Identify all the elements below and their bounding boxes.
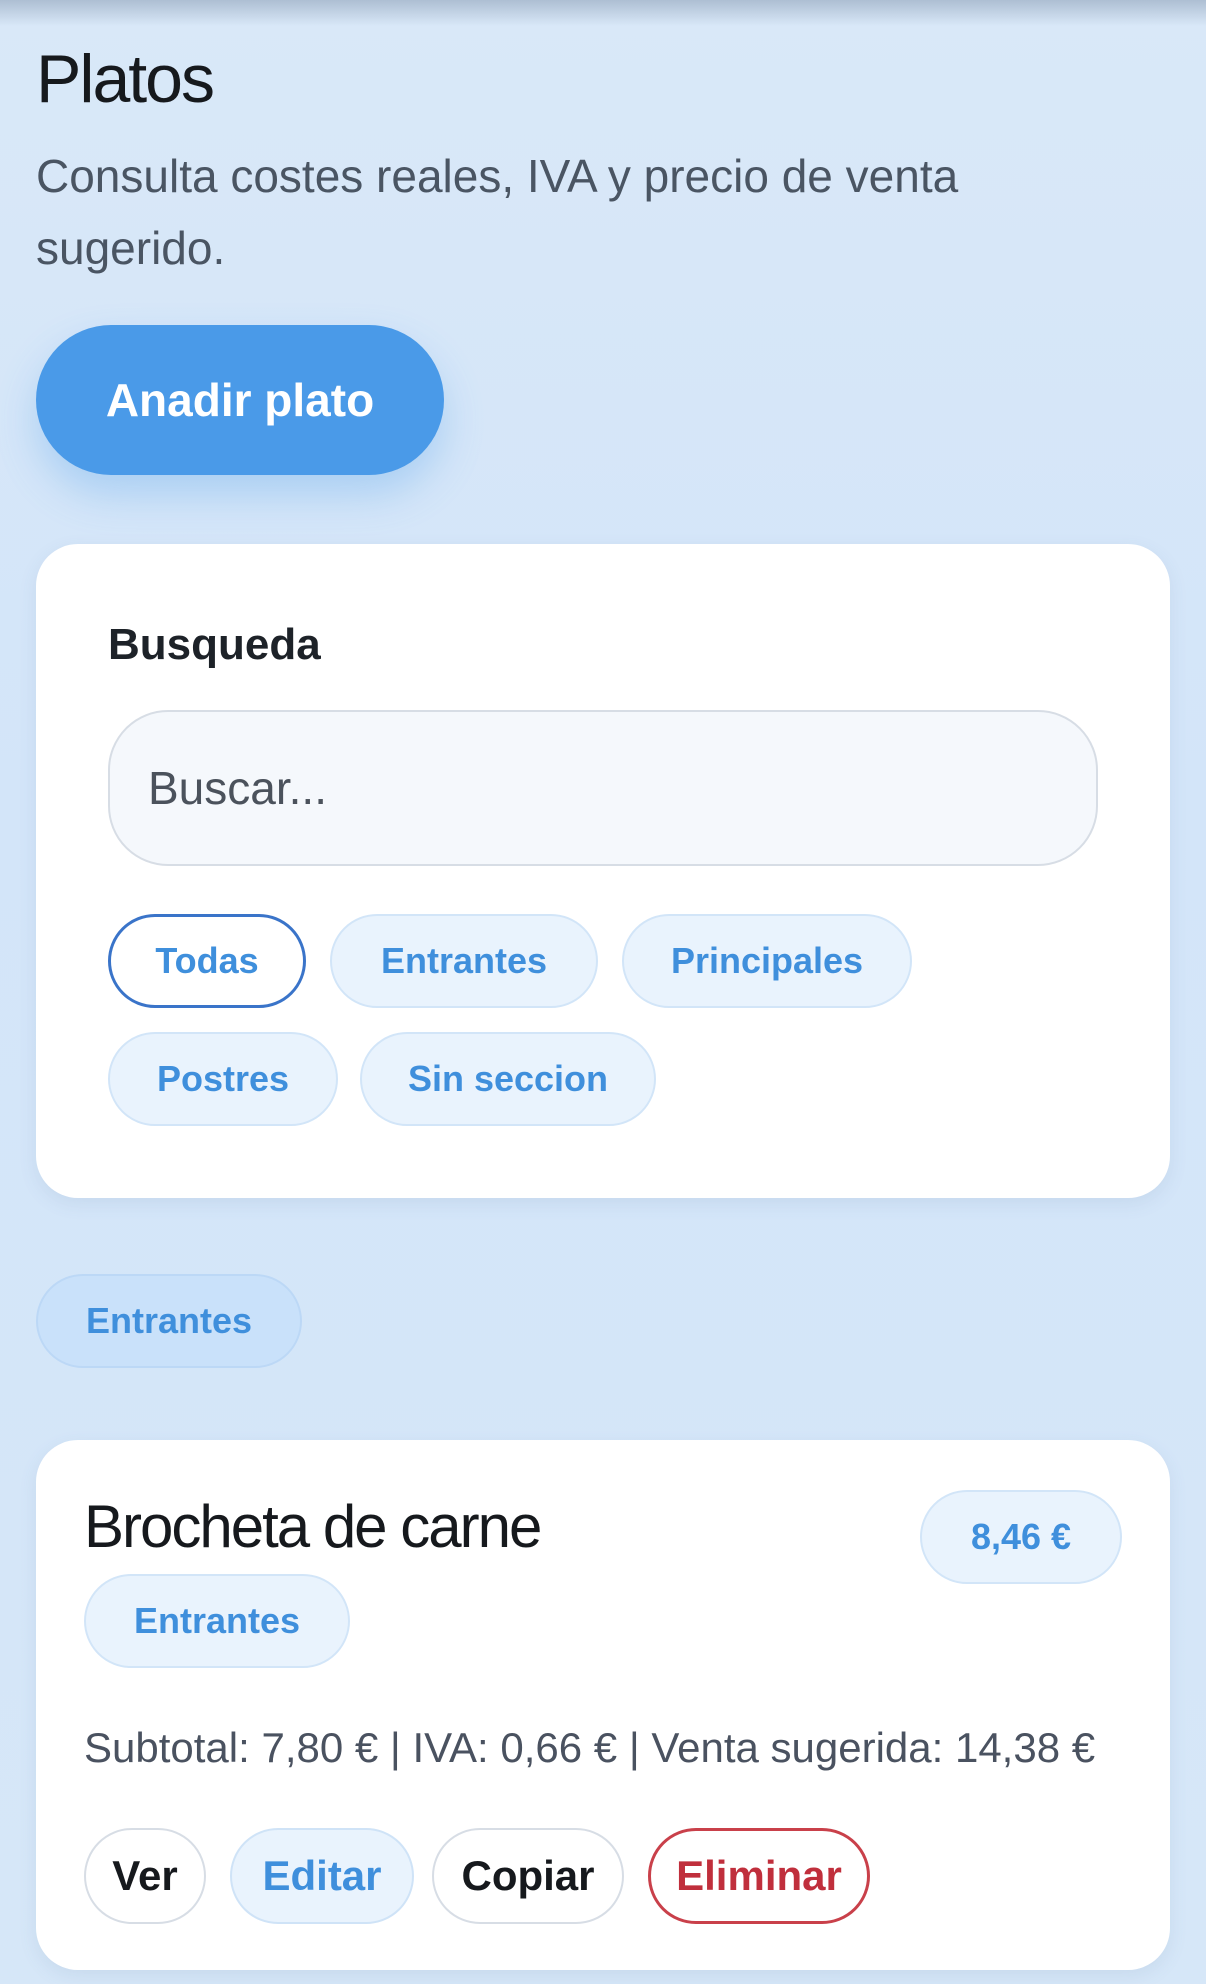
dish-name: Brocheta de carne — [84, 1493, 542, 1560]
copy-button[interactable]: Copiar — [432, 1828, 624, 1924]
search-input[interactable] — [108, 710, 1098, 866]
top-shadow — [0, 0, 1206, 26]
page-subtitle: Consulta costes reales, IVA y precio de … — [36, 150, 959, 274]
dish-section-badge: Entrantes — [84, 1574, 350, 1668]
search-label: Busqueda — [108, 620, 321, 669]
page-title: Platos — [36, 41, 215, 117]
section-header-badge: Entrantes — [36, 1274, 302, 1368]
filter-chip-todas[interactable]: Todas — [108, 914, 306, 1008]
search-card: Busqueda Todas Entrantes Principales Pos… — [36, 544, 1170, 1198]
filter-chip-principales[interactable]: Principales — [622, 914, 912, 1008]
filter-chip-entrantes[interactable]: Entrantes — [330, 914, 598, 1008]
price-badge: 8,46 € — [920, 1490, 1122, 1584]
filter-chip-sin-seccion[interactable]: Sin seccion — [360, 1032, 656, 1126]
dish-card: Brocheta de carne 8,46 € Entrantes Subto… — [36, 1440, 1170, 1970]
edit-button[interactable]: Editar — [230, 1828, 414, 1924]
view-button[interactable]: Ver — [84, 1828, 206, 1924]
filter-chip-postres[interactable]: Postres — [108, 1032, 338, 1126]
dish-cost-summary: Subtotal: 7,80 € | IVA: 0,66 € | Venta s… — [84, 1724, 1096, 1771]
delete-button[interactable]: Eliminar — [648, 1828, 870, 1924]
add-dish-button[interactable]: Anadir plato — [36, 325, 444, 475]
